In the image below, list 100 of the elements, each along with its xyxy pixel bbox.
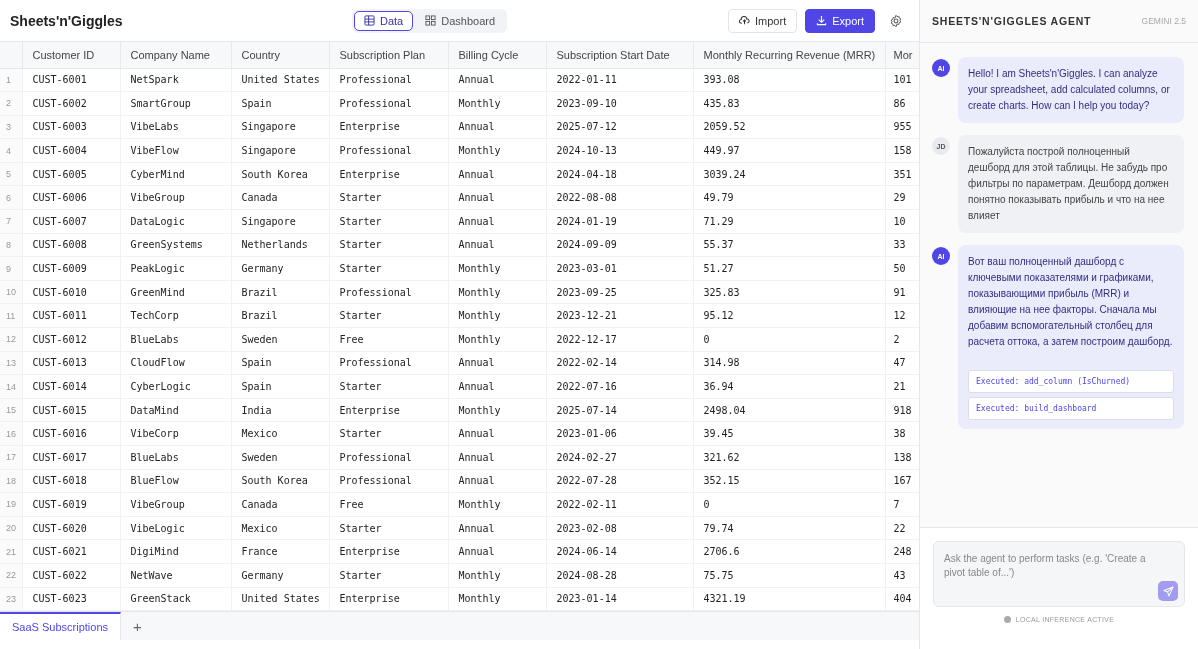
table-cell: 22 <box>885 516 919 540</box>
table-cell: Annual <box>448 421 546 446</box>
row-number: 6 <box>0 185 22 210</box>
add-sheet-button[interactable]: + <box>121 612 154 640</box>
table-cell: Spain <box>231 351 329 375</box>
table-cell: Germany <box>231 563 329 588</box>
table-cell: Annual <box>448 351 546 375</box>
chat-input[interactable]: Ask the agent to perform tasks (e.g. 'Create a pivot table of...') <box>934 542 1184 606</box>
sheet-tab[interactable]: SaaS Subscriptions <box>0 612 121 640</box>
table-cell: Starter <box>329 421 448 446</box>
view-tab[interactable]: Data <box>354 10 414 31</box>
row-number: 22 <box>0 563 22 588</box>
table-cell: Starter <box>329 233 448 257</box>
table-cell: 10 <box>885 209 919 234</box>
table-cell: 39.45 <box>693 421 885 446</box>
table-cell: 2025-07-12 <box>546 115 693 139</box>
download-icon <box>816 15 828 26</box>
export-button[interactable]: Export <box>805 8 875 33</box>
row-number: 10 <box>0 280 22 304</box>
column-header[interactable]: Monthly Recurring Revenue (MRR) <box>693 42 885 68</box>
column-header[interactable]: Subscription Plan <box>329 42 448 68</box>
table-cell: Singapore <box>231 115 329 139</box>
table-cell: DataLogic <box>120 209 231 234</box>
table-cell: 167 <box>885 469 919 493</box>
row-number: 15 <box>0 398 22 422</box>
table-cell: Annual <box>448 209 546 234</box>
row-number: 17 <box>0 445 22 470</box>
table-cell: 393.08 <box>693 68 885 92</box>
row-number: 3 <box>0 115 22 139</box>
table-cell: 7 <box>885 492 919 517</box>
table-cell: 2059.52 <box>693 115 885 139</box>
table-cell: Annual <box>448 469 546 493</box>
table-cell: BlueLabs <box>120 327 231 352</box>
table-cell: 404 <box>885 587 919 611</box>
column-header[interactable]: Customer ID <box>22 42 120 68</box>
table-cell: DataMind <box>120 398 231 422</box>
table-cell: 36.94 <box>693 374 885 399</box>
table-cell: Spain <box>231 374 329 399</box>
table-cell: India <box>231 398 329 422</box>
table-cell: 351 <box>885 162 919 186</box>
table-cell: Canada <box>231 185 329 210</box>
upload-icon <box>739 15 750 26</box>
table-cell: Brazil <box>231 303 329 328</box>
table-cell: Monthly <box>448 492 546 517</box>
column-header[interactable]: Billing Cycle <box>448 42 546 68</box>
table-cell: Starter <box>329 209 448 234</box>
table-cell: VibeLogic <box>120 516 231 540</box>
table-cell: 2022-12-17 <box>546 327 693 352</box>
column-header[interactable]: Subscription Start Date <box>546 42 693 68</box>
row-number: 16 <box>0 421 22 446</box>
table-cell: 2023-09-25 <box>546 280 693 304</box>
table-cell: CUST-6018 <box>22 469 120 493</box>
table-cell: VibeCorp <box>120 421 231 446</box>
table-cell: 2024-04-18 <box>546 162 693 186</box>
column-header[interactable]: Mor <box>885 42 919 68</box>
table-cell: CUST-6009 <box>22 256 120 281</box>
column-header[interactable]: Country <box>231 42 329 68</box>
table-cell: 29 <box>885 185 919 210</box>
table-cell: 55.37 <box>693 233 885 257</box>
table-cell: Professional <box>329 351 448 375</box>
row-number: 19 <box>0 492 22 517</box>
grid-icon <box>425 15 437 26</box>
table-cell: 95.12 <box>693 303 885 328</box>
column-header[interactable]: Company Name <box>120 42 231 68</box>
table-cell: CyberMind <box>120 162 231 186</box>
table-cell: 2 <box>885 327 919 352</box>
row-number: 8 <box>0 233 22 257</box>
table-cell: South Korea <box>231 469 329 493</box>
table-cell: 2022-01-11 <box>546 68 693 92</box>
table-cell: CUST-6007 <box>22 209 120 234</box>
import-button[interactable]: Import <box>728 8 798 33</box>
table-cell: Starter <box>329 256 448 281</box>
table-cell: 79.74 <box>693 516 885 540</box>
view-tab[interactable]: Dashboard <box>415 10 506 31</box>
table-cell: Professional <box>329 68 448 92</box>
table-cell: CUST-6021 <box>22 539 120 564</box>
table-cell: Annual <box>448 374 546 399</box>
table-cell: 49.79 <box>693 185 885 210</box>
table-cell: CUST-6015 <box>22 398 120 422</box>
table-cell: Monthly <box>448 138 546 163</box>
table-cell: Germany <box>231 256 329 281</box>
table-cell: CUST-6003 <box>22 115 120 139</box>
table-cell: 2023-01-14 <box>546 587 693 611</box>
tool-call: Executed: build_dashboard <box>968 397 1174 420</box>
settings-icon[interactable] <box>889 13 903 28</box>
table-cell: Annual <box>448 233 546 257</box>
table-cell: 2023-01-06 <box>546 421 693 446</box>
table-cell: CUST-6016 <box>22 421 120 446</box>
table-cell: 2706.6 <box>693 539 885 564</box>
table-cell: 2025-07-14 <box>546 398 693 422</box>
table-cell: Canada <box>231 492 329 517</box>
table-cell: Annual <box>448 539 546 564</box>
table-cell: South Korea <box>231 162 329 186</box>
table-cell: 75.75 <box>693 563 885 588</box>
table-cell: Monthly <box>448 280 546 304</box>
table-cell: Enterprise <box>329 398 448 422</box>
table-cell: Annual <box>448 68 546 92</box>
table-cell: Enterprise <box>329 539 448 564</box>
row-number: 9 <box>0 256 22 281</box>
table-cell: CUST-6001 <box>22 68 120 92</box>
